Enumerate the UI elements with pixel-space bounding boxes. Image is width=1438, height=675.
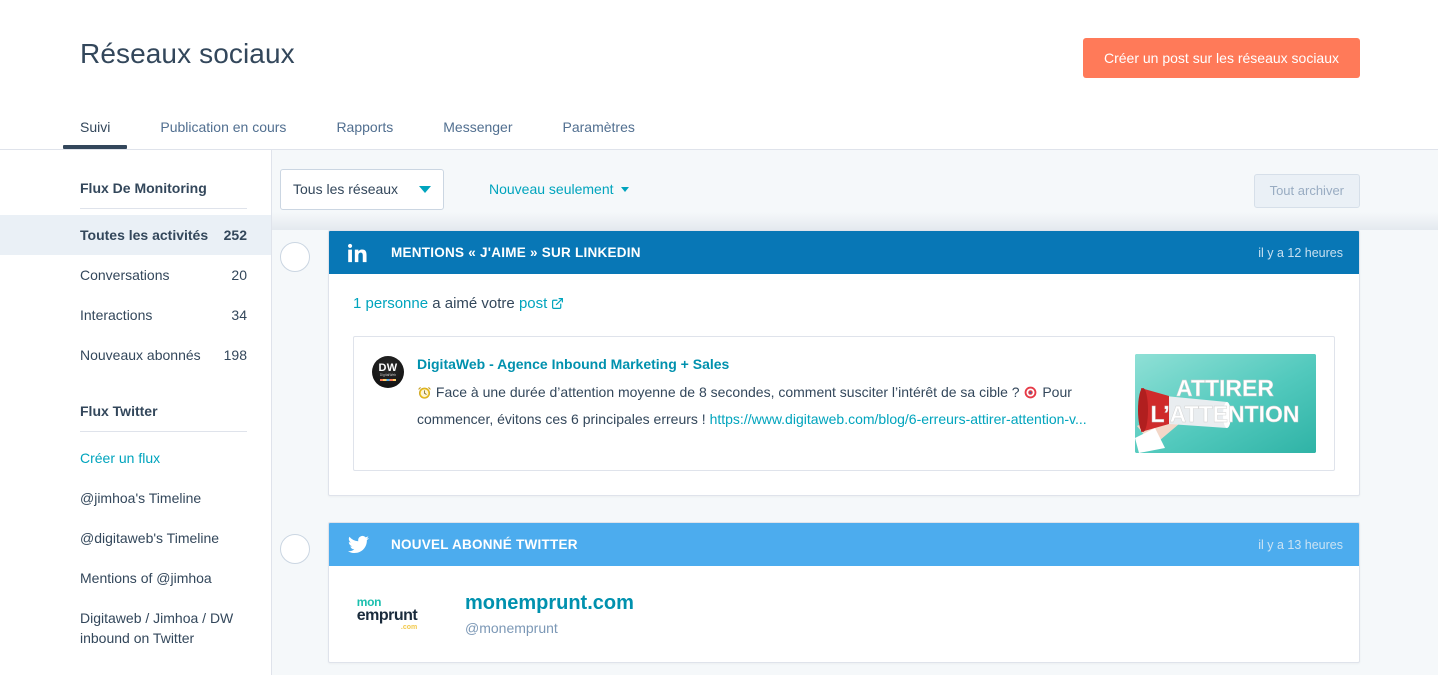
follower-name-link[interactable]: monemprunt.com [465,590,634,616]
sidebar-divider [80,431,247,432]
feed-top-shadow [272,212,1438,230]
activity-card: MENTIONS « J'AIME » SUR LINKEDIN il y a … [328,230,1360,496]
avatar-color-bar [380,379,396,381]
tab-messenger[interactable]: Messenger [443,119,512,149]
sidebar-twitter-list: Créer un flux @jimhoa's Timeline @digita… [0,438,271,658]
activity-summary: 1 personne a aimé votre post [353,294,1335,316]
page-header: Réseaux sociaux Créer un post sur les ré… [0,0,1438,150]
create-social-post-button[interactable]: Créer un post sur les réseaux sociaux [1083,38,1360,78]
linkedin-icon [347,242,369,264]
sidebar-item-label: Interactions [80,307,153,323]
sidebar-item-count: 198 [223,347,247,363]
tab-label: Rapports [336,119,394,135]
sidebar-item-interactions[interactable]: Interactions 34 [0,295,271,335]
select-activity-checkbox[interactable] [280,242,310,272]
activity-timestamp: il y a 12 heures [1258,245,1343,260]
post-url-link[interactable]: https://www.digitaweb.com/blog/6-erreurs… [710,411,1087,427]
tab-label: Publication en cours [160,119,287,135]
sidebar-item-mentions-of-jimhoa[interactable]: Mentions of @jimhoa [0,558,271,598]
activity-card-title: NOUVEL ABONNÉ TWITTER [391,537,578,552]
sidebar-item-label: Toutes les activités [80,227,209,243]
sidebar-twitter-title: Flux Twitter [80,403,158,419]
tab-parametres[interactable]: Paramètres [563,119,635,149]
page-title: Réseaux sociaux [80,38,295,69]
post-text: Face à une durée d’attention moyenne de … [417,380,1119,431]
tab-rapports[interactable]: Rapports [336,119,393,149]
twitter-icon [347,534,369,556]
follower-logo-line3: .com [400,623,418,631]
activity-card-title: MENTIONS « J'AIME » SUR LINKEDIN [391,245,641,260]
tab-suivi[interactable]: Suivi [62,119,128,149]
post-text-part1: Face à une durée d’attention moyenne de … [432,384,1024,400]
feed-item-twitter: NOUVEL ABONNÉ TWITTER il y a 13 heures m… [280,522,1360,663]
avatar-subtitle: DigitalWeb [379,373,397,377]
follower-logo: mon emprunt .com [353,590,421,636]
dart-target-icon [1023,383,1038,407]
svg-text:L’ATTENTION: L’ATTENTION [1150,401,1299,427]
activity-card-header: NOUVEL ABONNÉ TWITTER il y a 13 heures [329,523,1359,566]
follower-handle: @monemprunt [465,620,558,636]
avatar: DW DigitalWeb [372,356,404,388]
activity-card-body: 1 personne a aimé votre post DW DigitalW… [329,274,1359,495]
post-thumbnail[interactable]: ATTIRER L’ATTENTION [1135,354,1316,453]
network-filter-select[interactable]: Tous les réseaux [280,168,444,210]
feed-item-linkedin: MENTIONS « J'AIME » SUR LINKEDIN il y a … [280,230,1360,496]
sidebar-item-creer-un-flux[interactable]: Créer un flux [0,438,271,478]
avatar-initials: DW [378,362,398,374]
svg-text:ATTIRER: ATTIRER [1176,375,1274,401]
sidebar-divider [80,208,247,209]
sidebar-monitoring-title: Flux De Monitoring [80,180,207,196]
sidebar-monitoring-list: Toutes les activités 252 Conversations 2… [0,215,271,375]
follower-info: monemprunt.com @monemprunt [465,590,634,638]
chevron-down-icon [419,186,431,193]
external-link-icon[interactable] [551,296,564,316]
follower-logo-line2: emprunt [356,606,418,624]
sidebar-item-digitaweb-timeline[interactable]: @digitaweb's Timeline [0,518,271,558]
sidebar: Flux De Monitoring Toutes les activités … [0,150,272,675]
activity-feed: MENTIONS « J'AIME » SUR LINKEDIN il y a … [272,212,1438,663]
post-author-link[interactable]: DigitaWeb - Agence Inbound Marketing + S… [417,354,1119,374]
sidebar-item-digitaweb-jimhoa-dw-inbound[interactable]: Digitaweb / Jimhoa / DW inbound on Twitt… [0,598,271,658]
sidebar-item-label: Nouveaux abonnés [80,347,201,363]
post-link[interactable]: post [519,295,547,312]
sidebar-item-jimhoa-timeline[interactable]: @jimhoa's Timeline [0,478,271,518]
tab-label: Paramètres [562,119,635,135]
select-activity-checkbox[interactable] [280,534,310,564]
tab-label: Messenger [443,119,513,135]
follower-logo-line1: mon [356,594,382,609]
sidebar-item-conversations[interactable]: Conversations 20 [0,255,271,295]
sidebar-item-count: 34 [231,307,247,323]
archive-all-button[interactable]: Tout archiver [1253,174,1360,208]
sidebar-item-count: 20 [231,267,247,283]
filter-toolbar: Tous les réseaux Nouveau seulement Tout … [272,150,1438,212]
embedded-post-main: DigitaWeb - Agence Inbound Marketing + S… [417,354,1135,431]
main-content: Tous les réseaux Nouveau seulement Tout … [272,150,1438,675]
new-only-filter-dropdown[interactable]: Nouveau seulement [489,181,629,197]
page-body: Flux De Monitoring Toutes les activités … [0,150,1438,675]
sidebar-item-label: Conversations [80,267,170,283]
tab-label: Suivi [80,119,111,135]
new-follower-row: mon emprunt .com monemprunt.com @monempr… [329,566,1359,662]
sidebar-item-toutes-les-activites[interactable]: Toutes les activités 252 [0,215,271,255]
chevron-down-icon [620,186,629,192]
sidebar-item-nouveaux-abonnes[interactable]: Nouveaux abonnés 198 [0,335,271,375]
new-only-filter-label: Nouveau seulement [489,181,614,197]
social-monitoring-page: Réseaux sociaux Créer un post sur les ré… [0,0,1438,675]
activity-card-header: MENTIONS « J'AIME » SUR LINKEDIN il y a … [329,231,1359,274]
network-filter-value: Tous les réseaux [293,181,399,197]
embedded-post: DW DigitalWeb DigitaWeb - Agence Inbound… [353,336,1335,471]
tab-publication-en-cours[interactable]: Publication en cours [160,119,286,149]
alarm-clock-icon [417,383,432,407]
sidebar-item-count: 252 [223,227,247,243]
liker-count-link[interactable]: 1 personne [353,295,428,312]
activity-summary-text: a aimé votre [428,295,519,312]
sidebar-twitter-section: Flux Twitter Créer un flux @jimhoa's Tim… [0,403,271,658]
activity-timestamp: il y a 13 heures [1258,537,1343,552]
activity-card: NOUVEL ABONNÉ TWITTER il y a 13 heures m… [328,522,1360,663]
main-tabs: Suivi Publication en cours Rapports Mess… [62,119,635,149]
